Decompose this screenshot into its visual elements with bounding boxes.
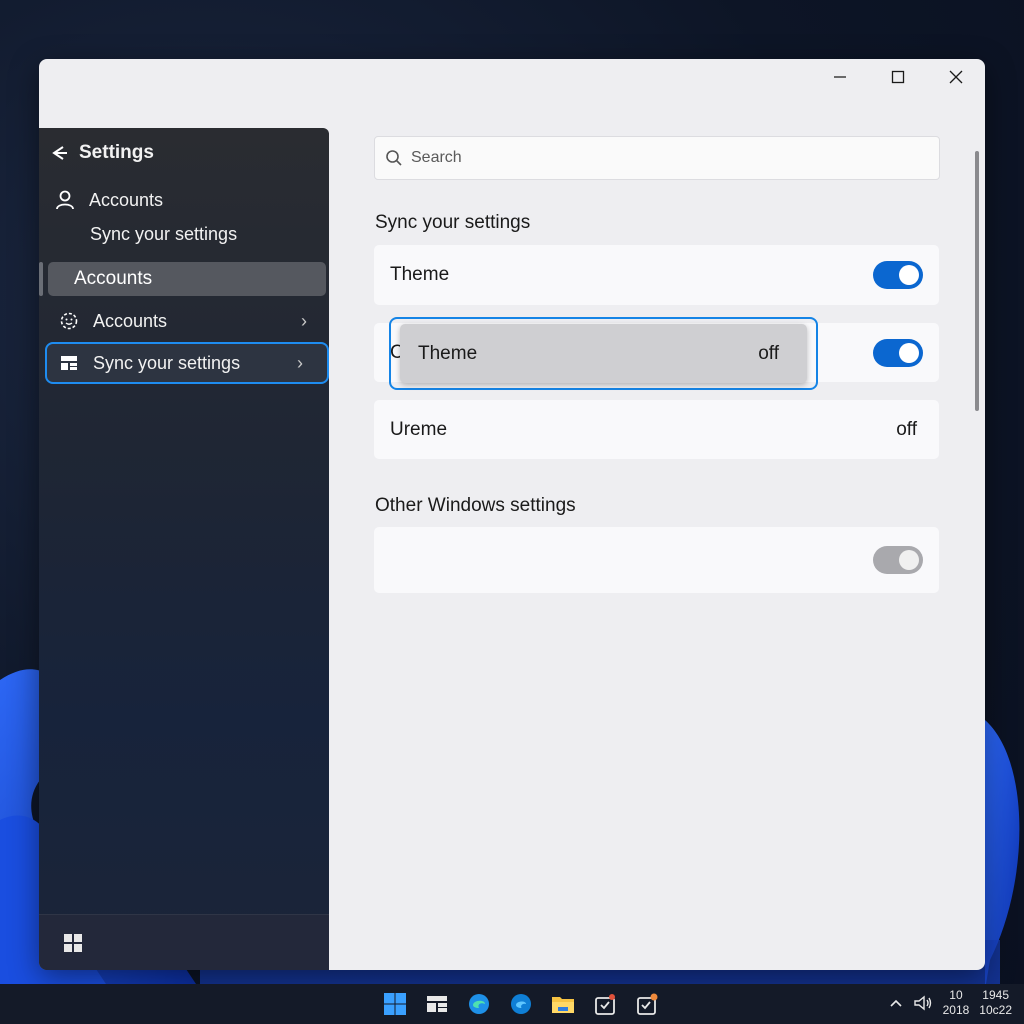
edge-icon	[469, 994, 489, 1014]
sidebar-item-label: Accounts	[89, 189, 164, 210]
store-bag-icon	[595, 994, 615, 1015]
clock-time: 1945	[982, 988, 1009, 1002]
scrollbar[interactable]	[975, 151, 979, 411]
sidebar-title: Settings	[79, 142, 154, 163]
chevron-right-icon: ›	[297, 352, 303, 373]
windows-logo-icon	[384, 993, 406, 1015]
edge-icon	[511, 994, 531, 1014]
edge-button[interactable]	[464, 989, 494, 1019]
sync-grid-icon	[57, 351, 81, 375]
second-toggle[interactable]	[873, 338, 923, 367]
task-view-icon	[427, 996, 447, 1012]
dropdown-label: Theme	[418, 342, 478, 364]
sidebar-item-label: Sync your settings	[93, 352, 241, 373]
caption-buttons	[811, 59, 985, 95]
chevron-up-icon[interactable]	[889, 998, 903, 1008]
setting-label: Theme	[390, 264, 450, 285]
back-settings[interactable]: Settings	[49, 142, 154, 164]
tray-info[interactable]: 10 2018	[943, 988, 970, 1018]
clock[interactable]: 1945 10c22	[979, 988, 1012, 1018]
sidebar-item-accounts-header[interactable]: Accounts	[53, 188, 163, 212]
maximize-button[interactable]	[869, 59, 927, 95]
theme-dropdown-focus[interactable]: Theme off	[389, 317, 818, 390]
smile-icon	[57, 309, 81, 333]
search-icon	[385, 149, 403, 167]
sidebar-item-accounts-selected[interactable]: Accounts	[39, 262, 326, 296]
start-grid-icon[interactable]	[63, 933, 83, 953]
settings-window: Settings Accounts Sync your settings Acc…	[39, 59, 985, 970]
theme-dropdown[interactable]: Theme off	[400, 324, 807, 383]
setting-card-ureme[interactable]: Ureme off	[374, 400, 939, 459]
other-toggle[interactable]	[873, 546, 923, 574]
person-icon	[53, 188, 77, 212]
sidebar-item-accounts[interactable]: Accounts ›	[57, 309, 329, 333]
theme-toggle[interactable]	[873, 261, 923, 289]
task-view-button[interactable]	[422, 989, 452, 1019]
close-icon	[949, 70, 963, 84]
sidebar-item-label: Sync your settings	[90, 224, 238, 244]
sidebar-subitem-sync[interactable]: Sync your settings	[90, 224, 237, 245]
sidebar-item-label: Accounts	[74, 268, 153, 289]
sidebar-item-label: Accounts	[93, 310, 168, 331]
maximize-icon	[891, 70, 905, 84]
setting-label: Ureme	[390, 418, 448, 440]
volume-icon[interactable]	[913, 994, 933, 1012]
sidebar-footer	[39, 914, 329, 970]
close-button[interactable]	[927, 59, 985, 95]
taskbar: 10 2018 1945 10c22	[0, 984, 1024, 1024]
todo-button[interactable]	[632, 989, 662, 1019]
section-title-sync: Sync your settings	[375, 212, 531, 233]
tray-top: 10	[949, 988, 963, 1002]
taskbar-apps	[380, 989, 662, 1019]
todo-icon	[637, 993, 658, 1015]
setting-card-theme[interactable]: Theme	[374, 245, 939, 305]
chevron-right-icon: ›	[301, 310, 307, 331]
setting-card-other[interactable]	[374, 527, 939, 593]
file-explorer-button[interactable]	[548, 989, 578, 1019]
minimize-icon	[834, 76, 846, 78]
back-arrow-icon	[52, 146, 67, 160]
edge-button-2[interactable]	[506, 989, 536, 1019]
store-button[interactable]	[590, 989, 620, 1019]
search-input[interactable]: Search	[374, 136, 940, 180]
start-button[interactable]	[380, 989, 410, 1019]
system-tray: 10 2018 1945 10c22	[889, 988, 1012, 1018]
sidebar: Settings Accounts Sync your settings Acc…	[39, 128, 329, 970]
tray-bottom: 2018	[942, 1003, 970, 1017]
minimize-button[interactable]	[811, 59, 869, 95]
content-pane: Search Sync your settings Theme C Ureme …	[329, 95, 985, 970]
dropdown-state: off	[758, 342, 779, 364]
section-title-other: Other Windows settings	[375, 495, 576, 516]
clock-date: 10c22	[979, 1003, 1012, 1017]
sidebar-item-sync-focused[interactable]: Sync your settings ›	[45, 342, 329, 384]
setting-state: off	[896, 418, 917, 440]
search-placeholder: Search	[411, 149, 462, 166]
folder-icon	[552, 997, 574, 1013]
